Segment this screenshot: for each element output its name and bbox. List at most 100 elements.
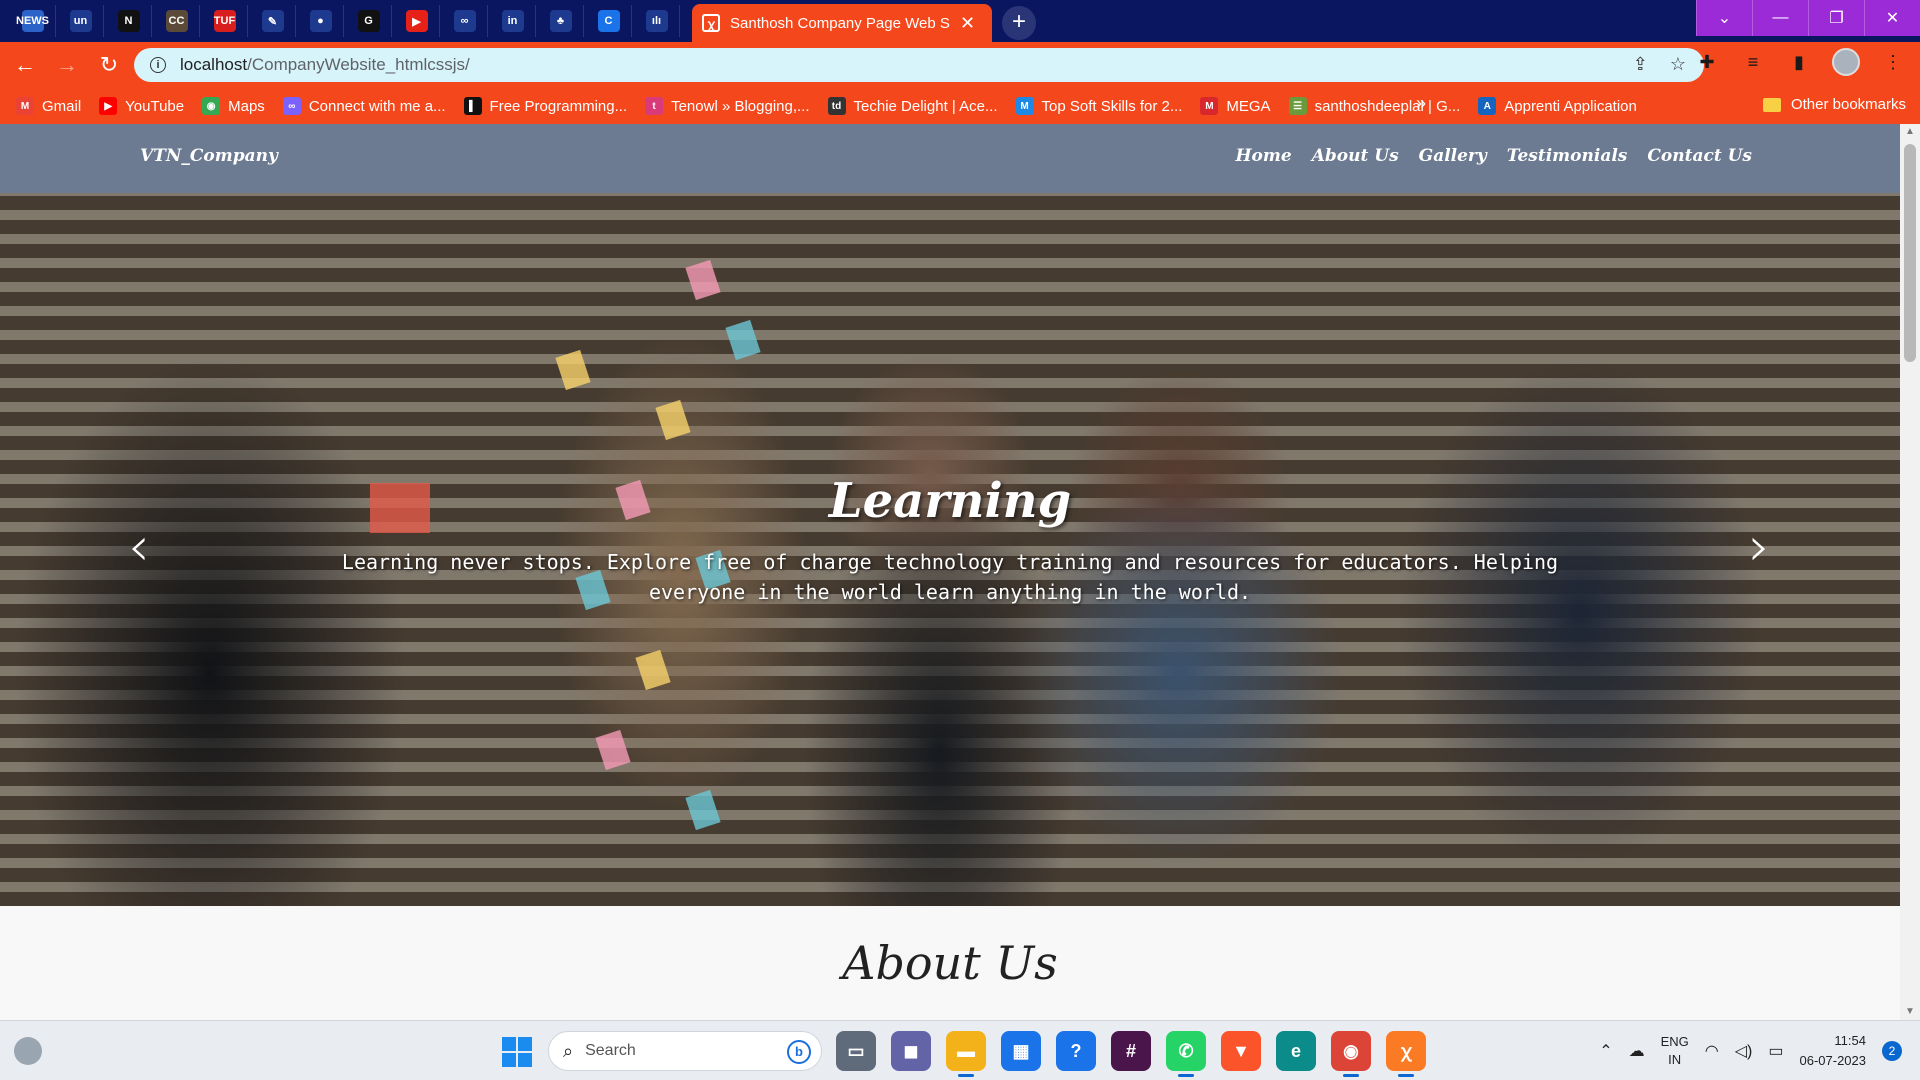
bookmark-item[interactable]: ▌ Free Programming... (463, 97, 627, 115)
chevron-up-icon[interactable]: ⌃ (1599, 1041, 1612, 1061)
nav-contact-us[interactable]: Contact Us (1647, 146, 1752, 166)
teams-chat-icon[interactable]: ◼ (891, 1031, 931, 1071)
site-info-icon[interactable]: i (150, 57, 166, 73)
folder-icon (1762, 97, 1781, 112)
pinned-tab[interactable]: ılı (634, 5, 680, 37)
cisco-icon: ılı (645, 10, 668, 32)
carousel-next-button[interactable]: › (1748, 515, 1770, 578)
bookmark-label: Apprenti Application (1504, 97, 1637, 115)
address-bar[interactable]: i localhost/CompanyWebsite_htmlcssjs/ ⇪ … (134, 48, 1704, 82)
forward-button[interactable]: → (50, 48, 84, 82)
bookmark-item[interactable]: ◉ Maps (202, 97, 265, 115)
scroll-down-arrow-icon[interactable]: ▼ (1900, 1004, 1920, 1020)
scrollbar-thumb[interactable] (1904, 144, 1916, 362)
pinned-tab[interactable]: G (346, 5, 392, 37)
minimize-button[interactable]: — (1752, 0, 1808, 36)
language-region: IN (1668, 1052, 1682, 1067)
pinned-tab[interactable]: N (106, 5, 152, 37)
reload-button[interactable]: ↻ (92, 48, 126, 82)
whatsapp-icon[interactable]: ✆ (1166, 1031, 1206, 1077)
pinned-tab[interactable]: ● (298, 5, 344, 37)
nav-home[interactable]: Home (1236, 146, 1292, 166)
pinned-tab[interactable]: CC (154, 5, 200, 37)
brave-icon[interactable]: ▼ (1221, 1031, 1261, 1071)
bing-icon[interactable]: b (787, 1040, 811, 1064)
battery-icon[interactable]: ▭ (1768, 1041, 1783, 1061)
bookmark-item[interactable]: M Top Soft Skills for 2... (1015, 97, 1182, 115)
other-bookmarks[interactable]: Other bookmarks (1762, 96, 1906, 113)
store-icon[interactable]: ▦ (1001, 1031, 1041, 1071)
page-scrollbar[interactable]: ▲ ▼ (1900, 124, 1920, 1020)
close-tab-icon[interactable]: ✕ (960, 13, 975, 34)
bookmark-label: Techie Delight | Ace... (853, 97, 998, 115)
nav-about-us[interactable]: About Us (1312, 146, 1399, 166)
side-panel-icon[interactable]: ▮ (1786, 49, 1812, 75)
profile-avatar[interactable] (1832, 48, 1860, 76)
back-button[interactable]: ← (8, 48, 42, 82)
youtube-icon: ▶ (99, 97, 118, 115)
url-path: /CompanyWebsite_htmlcssjs/ (247, 55, 470, 74)
bookmarks-overflow-button[interactable]: » (1416, 93, 1426, 114)
start-button[interactable] (502, 1037, 532, 1067)
task-view-icon[interactable]: ▭ (836, 1031, 876, 1071)
active-tab[interactable]: ꭓ Santhosh Company Page Web Site ✕ (692, 4, 992, 42)
extensions-icon[interactable]: ✚ (1694, 49, 1720, 75)
bookmark-star-icon[interactable]: ☆ (1670, 54, 1686, 75)
pinned-tab[interactable]: in (490, 5, 536, 37)
browser-toolbar: ← → ↻ i localhost/CompanyWebsite_htmlcss… (0, 42, 1920, 88)
xampp-icon[interactable]: ꭓ (1386, 1031, 1426, 1077)
help-icon[interactable]: ? (1056, 1031, 1096, 1071)
taskbar-search[interactable]: ⌕ Search b (548, 1031, 822, 1071)
language-code: ENG (1660, 1034, 1689, 1049)
bookmark-item[interactable]: M MEGA (1200, 97, 1271, 115)
restore-button[interactable]: ❐ (1808, 0, 1864, 36)
chrome-icon[interactable]: ◉ (1331, 1031, 1371, 1077)
clock[interactable]: 11:54 06-07-2023 (1800, 1031, 1867, 1071)
weather-widget-icon[interactable] (14, 1037, 42, 1065)
pinned-tab[interactable]: ∞ (442, 5, 488, 37)
new-tab-button[interactable]: + (1002, 6, 1036, 40)
edge-icon[interactable]: e (1276, 1031, 1316, 1071)
bookmark-item[interactable]: t Tenowl » Blogging,... (645, 97, 810, 115)
site-brand[interactable]: VTN_Company (140, 146, 278, 166)
taskbar-search-label: Search (585, 1042, 636, 1059)
bookmark-item[interactable]: td Techie Delight | Ace... (827, 97, 998, 115)
file-explorer-icon[interactable]: ▬ (946, 1031, 986, 1077)
menu-icon[interactable]: ⋮ (1880, 49, 1906, 75)
bookmark-item[interactable]: ☰ santhoshdeeplal | G... (1288, 97, 1460, 115)
pinned-tab[interactable]: C (586, 5, 632, 37)
pinned-tab[interactable]: ♣ (538, 5, 584, 37)
bookmark-item[interactable]: ∞ Connect with me a... (282, 97, 446, 115)
youtube-icon: ▶ (405, 10, 428, 32)
wifi-icon[interactable]: ◠ (1705, 1041, 1719, 1061)
slack-icon[interactable]: # (1111, 1031, 1151, 1071)
xampp-icon: ꭓ (702, 14, 720, 32)
share-icon[interactable]: ⇪ (1633, 54, 1648, 75)
bookmark-item[interactable]: M Gmail (16, 97, 81, 115)
programming-icon: ▌ (463, 97, 482, 115)
bookmarks-bar: M Gmail ▶ YouTube ◉ Maps ∞ Connect with me a...… (0, 88, 1920, 124)
tab-search-icon[interactable]: ⌄ (1696, 0, 1752, 36)
pinned-tab[interactable]: ✎ (250, 5, 296, 37)
nav-gallery[interactable]: Gallery (1419, 146, 1487, 166)
scroll-up-arrow-icon[interactable]: ▲ (1900, 124, 1920, 140)
bookmark-item[interactable]: ▶ YouTube (99, 97, 184, 115)
system-tray: ⌃ ☁ ENG IN ◠ ◁) ▭ 11:54 06-07-2023 2 (1599, 1021, 1920, 1080)
nav-testimonials[interactable]: Testimonials (1507, 146, 1628, 166)
clock-time: 11:54 (1834, 1033, 1866, 1048)
volume-icon[interactable]: ◁) (1735, 1041, 1753, 1061)
close-window-button[interactable]: ✕ (1864, 0, 1920, 36)
reading-list-icon[interactable]: ≡ (1740, 49, 1766, 75)
pinned-tab[interactable]: ▶ (394, 5, 440, 37)
pinned-tab[interactable]: TUF (202, 5, 248, 37)
carousel-prev-button[interactable]: ‹ (128, 515, 150, 578)
pinned-tab[interactable]: un (58, 5, 104, 37)
softskills-icon: M (1015, 97, 1034, 115)
notification-badge[interactable]: 2 (1882, 1041, 1902, 1061)
chatgpt-icon: G (357, 10, 380, 32)
hero-title: Learning (828, 473, 1072, 529)
input-language[interactable]: ENG IN (1661, 1033, 1689, 1069)
onedrive-icon[interactable]: ☁ (1629, 1041, 1645, 1061)
pinned-tab[interactable]: NEWS (10, 5, 56, 37)
bookmark-item[interactable]: A Apprenti Application (1478, 97, 1637, 115)
